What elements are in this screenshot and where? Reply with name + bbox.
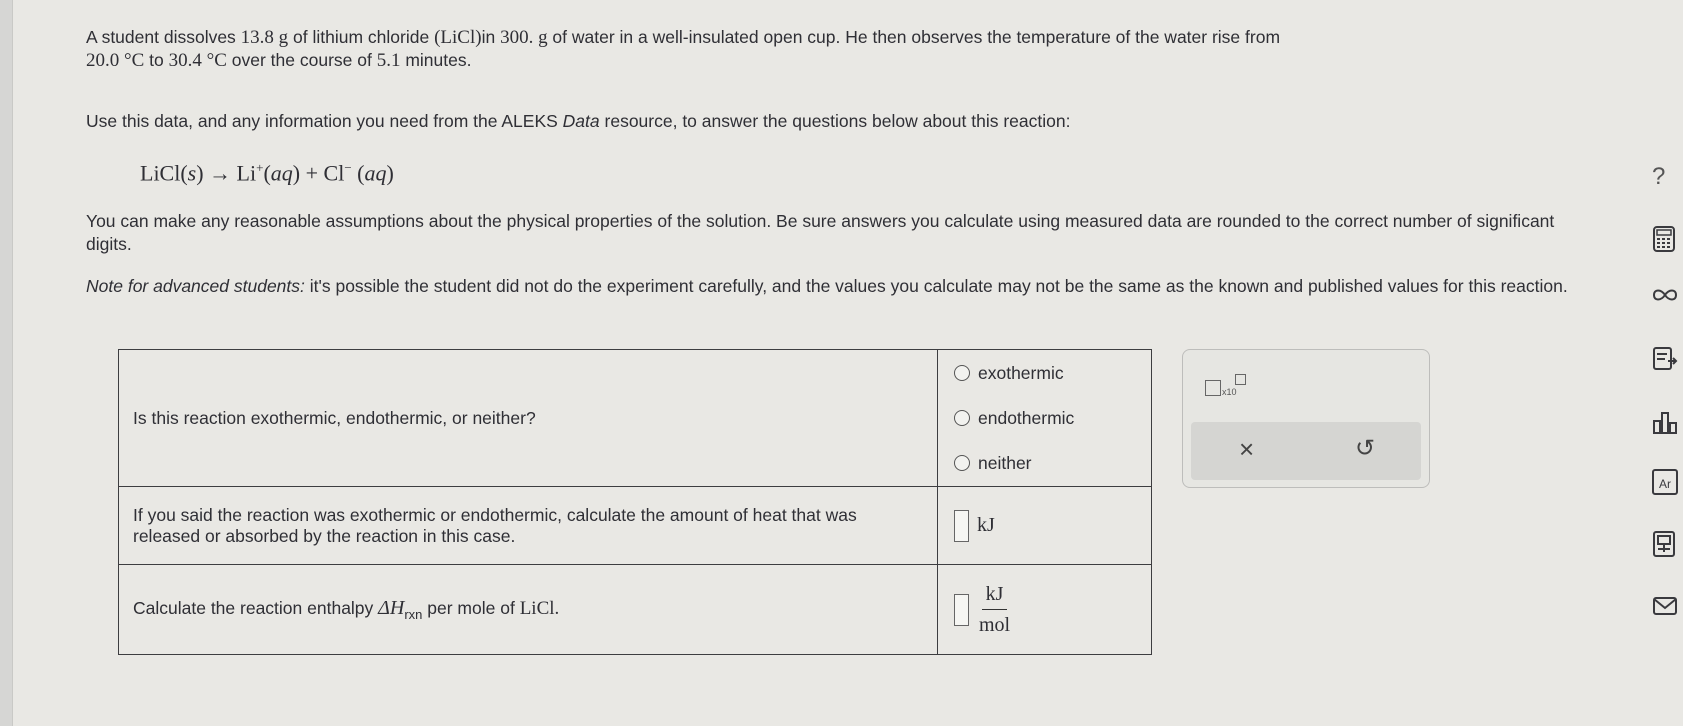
textbook-icon[interactable] — [1652, 530, 1676, 558]
advanced-note: Note for advanced students: it's possibl… — [86, 276, 1568, 296]
tools-action-bar: × ↺ — [1191, 422, 1421, 480]
heat-input[interactable] — [954, 509, 969, 542]
problem-paragraph-3: You can make any reasonable assumptions … — [86, 211, 1555, 254]
question-2-text: If you said the reaction was exothermic … — [118, 486, 938, 565]
option-exothermic[interactable]: exothermic — [954, 351, 1135, 396]
question-1-text: Is this reaction exothermic, endothermic… — [118, 349, 938, 487]
problem-paragraph-2: Use this data, and any information you n… — [86, 111, 1071, 131]
enthalpy-input[interactable] — [954, 593, 969, 626]
radio-neither[interactable] — [954, 455, 970, 471]
reaction-type-options: exothermic endothermic neither — [937, 349, 1152, 487]
mail-icon[interactable] — [1652, 596, 1678, 616]
reaction-equation: LiCl(s) → Li+(aq) + Cl− (aq) — [140, 160, 394, 186]
enthalpy-unit: kJ mol — [979, 582, 1011, 636]
periodic-table-icon[interactable]: Ar — [1652, 469, 1678, 495]
infinity-icon[interactable] — [1652, 287, 1678, 303]
radio-endothermic[interactable] — [954, 410, 970, 426]
calculator-icon[interactable] — [1652, 226, 1676, 252]
right-toolbar: ? Ar — [1640, 0, 1683, 726]
question-table: Is this reaction exothermic, endothermic… — [118, 349, 1152, 655]
notes-icon[interactable] — [1652, 346, 1678, 372]
enthalpy-answer-cell: kJ mol — [937, 564, 1152, 655]
question-row-3: Calculate the reaction enthalpy ΔHrxn pe… — [118, 564, 1152, 655]
heat-unit: kJ — [977, 514, 995, 536]
problem-paragraph-1: A student dissolves 13.8 g of lithium ch… — [86, 27, 1281, 71]
radio-exothermic[interactable] — [954, 365, 970, 381]
data-resource-link[interactable]: Data — [563, 111, 600, 131]
left-edge — [0, 0, 13, 726]
heat-answer-cell: kJ — [937, 486, 1152, 565]
option-endothermic[interactable]: endothermic — [954, 396, 1135, 441]
answer-tools-panel: x10 × ↺ — [1182, 349, 1430, 488]
option-neither[interactable]: neither — [954, 441, 1135, 486]
question-row-1: Is this reaction exothermic, endothermic… — [118, 349, 1152, 487]
clear-button[interactable]: × — [1239, 434, 1254, 465]
question-3-text: Calculate the reaction enthalpy ΔHrxn pe… — [118, 564, 938, 655]
help-icon[interactable]: ? — [1652, 163, 1665, 191]
undo-button[interactable]: ↺ — [1355, 434, 1375, 463]
bar-chart-icon[interactable] — [1652, 411, 1680, 435]
question-row-2: If you said the reaction was exothermic … — [118, 486, 1152, 565]
